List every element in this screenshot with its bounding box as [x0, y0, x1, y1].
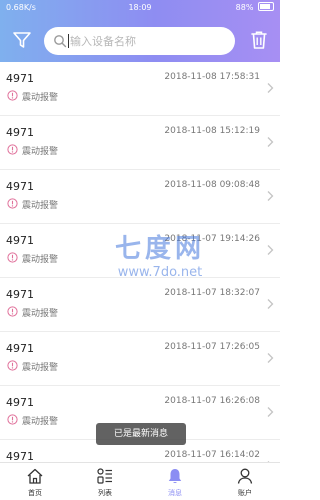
tab-bar: 首页 列表 消息 账户	[0, 462, 280, 500]
bell-icon	[168, 469, 182, 483]
chevron-right-icon	[267, 353, 274, 363]
chevron-right-icon	[267, 191, 274, 201]
tab-home[interactable]: 首页	[0, 463, 70, 500]
search-box[interactable]	[44, 27, 235, 55]
tab-messages[interactable]: 消息	[140, 463, 210, 500]
alert-icon	[7, 360, 18, 371]
status-bar: 0.68K/s 18:09 88%	[0, 0, 280, 16]
filter-icon[interactable]	[12, 30, 32, 50]
battery-icon	[258, 2, 274, 11]
text-caret	[68, 34, 69, 48]
alarm-row[interactable]: 4971 2018-11-07 18:32:07 震动报警	[0, 278, 280, 332]
alert-icon	[7, 198, 18, 209]
alarm-type: 震动报警	[22, 417, 59, 427]
device-name: 4971	[6, 450, 34, 462]
alarm-type: 震动报警	[22, 309, 59, 319]
alert-icon	[7, 252, 18, 263]
device-name: 4971	[6, 126, 34, 139]
tab-account-label: 账户	[238, 489, 252, 497]
watermark-title: 七度网	[114, 234, 205, 264]
device-name: 4971	[6, 72, 34, 85]
status-right: 88%	[236, 0, 274, 16]
tab-account[interactable]: 账户	[210, 463, 280, 500]
watermark-url: www.7do.net	[117, 265, 203, 280]
header: 0.68K/s 18:09 88%	[0, 0, 280, 62]
chevron-right-icon	[267, 407, 274, 417]
alert-icon	[7, 414, 18, 425]
alarm-time: 2018-11-07 18:32:07	[164, 288, 260, 298]
tab-list[interactable]: 列表	[70, 463, 140, 500]
watermark: 七度网 www.7do.net	[90, 228, 230, 280]
alert-icon	[7, 306, 18, 317]
alarm-time: 2018-11-08 17:58:31	[164, 72, 260, 82]
alarm-time: 2018-11-08 09:08:48	[164, 180, 260, 190]
alarm-row[interactable]: 4971 2018-11-08 17:58:31 震动报警	[0, 62, 280, 116]
tab-home-label: 首页	[28, 489, 42, 497]
device-name: 4971	[6, 180, 34, 193]
alarm-type: 震动报警	[22, 93, 59, 103]
device-name: 4971	[6, 396, 34, 409]
chevron-right-icon	[267, 245, 274, 255]
search-icon	[54, 35, 67, 48]
alert-icon	[7, 90, 18, 101]
battery-percent: 88%	[235, 3, 254, 12]
toolbar	[0, 20, 280, 60]
toast-message: 已是最新消息	[96, 423, 186, 445]
device-name: 4971	[6, 342, 34, 355]
alarm-type: 震动报警	[22, 201, 59, 211]
home-icon	[27, 468, 43, 484]
tab-messages-label: 消息	[168, 489, 182, 497]
alarm-time: 2018-11-08 15:12:19	[164, 126, 260, 136]
alarm-time: 2018-11-07 16:14:02	[164, 450, 260, 460]
chevron-right-icon	[267, 83, 274, 93]
alarm-row[interactable]: 4971 2018-11-08 15:12:19 震动报警	[0, 116, 280, 170]
alarm-row[interactable]: 4971 2018-11-07 17:26:05 震动报警	[0, 332, 280, 386]
alarm-type: 震动报警	[22, 255, 59, 265]
list-icon	[97, 468, 112, 484]
device-name: 4971	[6, 288, 34, 301]
tab-list-label: 列表	[98, 489, 112, 497]
chevron-right-icon	[267, 299, 274, 309]
search-input[interactable]	[70, 31, 225, 51]
alarm-row[interactable]: 4971 2018-11-08 09:08:48 震动报警	[0, 170, 280, 224]
device-name: 4971	[6, 234, 34, 247]
alarm-time: 2018-11-07 17:26:05	[164, 342, 260, 352]
alarm-type: 震动报警	[22, 363, 59, 373]
trash-icon[interactable]	[248, 29, 270, 51]
chevron-right-icon	[267, 137, 274, 147]
alert-icon	[7, 144, 18, 155]
user-icon	[237, 468, 253, 484]
alarm-time: 2018-11-07 16:26:08	[164, 396, 260, 406]
alarm-type: 震动报警	[22, 147, 59, 157]
